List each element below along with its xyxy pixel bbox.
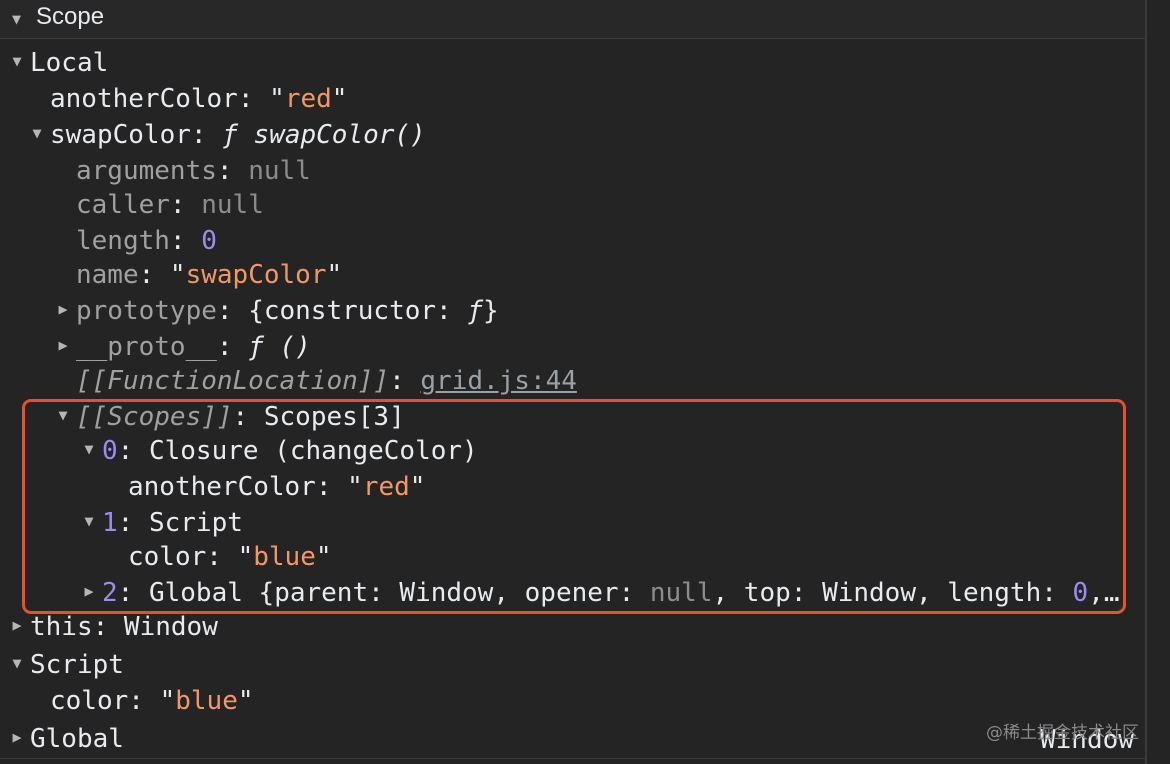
tree-row-text: Local: [30, 48, 109, 78]
tree-row-global[interactable]: ▶ Global: [8, 721, 124, 755]
panel-divider: [1145, 0, 1147, 764]
tree-row-text: :: [190, 120, 223, 150]
tree-row-text: }: [483, 296, 499, 326]
tree-row-text: ƒ swapColor(): [222, 120, 426, 150]
tree-row-text: Script: [30, 650, 124, 680]
tree-row-text: swapColor: [185, 260, 327, 290]
tree-row-text: : ": [138, 260, 186, 290]
tree-row-text: : {constructor:: [216, 296, 468, 326]
tree-row-text: Global: [30, 724, 124, 754]
tree-row-text: 0: [201, 226, 217, 256]
tree-row-script-color: color: "blue": [28, 685, 254, 717]
tree-row-prototype[interactable]: ▶ prototype: {constructor: ƒ}: [54, 293, 499, 327]
tree-row-text: arguments: [76, 156, 217, 186]
tree-row-text: :: [169, 190, 202, 220]
tree-row-text: [[FunctionLocation]]: [76, 366, 390, 396]
tree-row-proto[interactable]: ▶ __proto__: ƒ (): [54, 329, 311, 363]
tree-row-text: ƒ (): [248, 332, 311, 362]
tree-row-text: null: [201, 190, 264, 220]
tree-row-text: red: [284, 84, 332, 114]
tree-row-text: ": [237, 686, 254, 716]
tree-row-text: : ": [237, 84, 285, 114]
tree-row-text: color: [50, 686, 129, 716]
tree-row-name: name: "swapColor": [54, 259, 342, 291]
collapsed-triangle-icon[interactable]: ▶: [54, 293, 72, 325]
tree-row-text: name: [76, 260, 139, 290]
tree-row-text: :: [169, 226, 202, 256]
tree-row-text[interactable]: grid.js:44: [420, 366, 577, 396]
tree-row-text: this: [30, 612, 93, 642]
tree-row-script[interactable]: ▼ Script: [8, 647, 124, 681]
scope-section-header[interactable]: ▼ Scope: [0, 0, 1145, 39]
expanded-triangle-icon[interactable]: ▼: [8, 45, 26, 77]
expanded-triangle-icon[interactable]: ▼: [8, 647, 26, 679]
tree-row-caller: caller: null: [54, 189, 264, 221]
collapse-triangle-icon[interactable]: ▼: [12, 10, 21, 28]
tree-row-text: swapColor: [50, 120, 191, 150]
tree-row-text: :: [216, 156, 249, 186]
watermark: @稀土掘金技术社区: [986, 723, 1139, 743]
tree-row-text: blue: [175, 686, 238, 716]
tree-row-arguments: arguments: null: [54, 155, 311, 187]
tree-row-functionLocation: [[FunctionLocation]]: grid.js:44: [54, 365, 577, 397]
tree-row-text: ": [331, 84, 348, 114]
tree-row-anotherColor: anotherColor: "red": [28, 83, 347, 115]
tree-row-swapColor[interactable]: ▼ swapColor: ƒ swapColor(): [28, 117, 426, 151]
collapsed-triangle-icon[interactable]: ▶: [8, 721, 26, 753]
tree-row-text: :: [389, 366, 421, 396]
tree-row-this[interactable]: ▶ this: Window: [8, 609, 218, 643]
tree-row-text: : ": [128, 686, 176, 716]
scopes-highlight-box: [22, 399, 1126, 614]
collapsed-triangle-icon[interactable]: ▶: [54, 329, 72, 361]
tree-row-text: caller: [76, 190, 170, 220]
tree-row-text: null: [248, 156, 311, 186]
tree-row-length: length: 0: [54, 225, 217, 257]
tree-row-text: anotherColor: [50, 84, 238, 114]
tree-row-text: __proto__: [76, 332, 217, 362]
tree-row-text: prototype: [76, 296, 217, 326]
section-title: Scope: [36, 3, 105, 30]
expanded-triangle-icon[interactable]: ▼: [28, 117, 46, 149]
tree-row-text: : Window: [92, 612, 218, 642]
tree-row-text: :: [216, 332, 249, 362]
tree-row-text: ": [326, 260, 343, 290]
bottom-divider: [0, 758, 1145, 759]
tree-row-text: ƒ: [467, 296, 483, 326]
collapsed-triangle-icon[interactable]: ▶: [8, 609, 26, 641]
tree-row-local[interactable]: ▼ Local: [8, 47, 108, 79]
tree-row-text: length: [76, 226, 170, 256]
